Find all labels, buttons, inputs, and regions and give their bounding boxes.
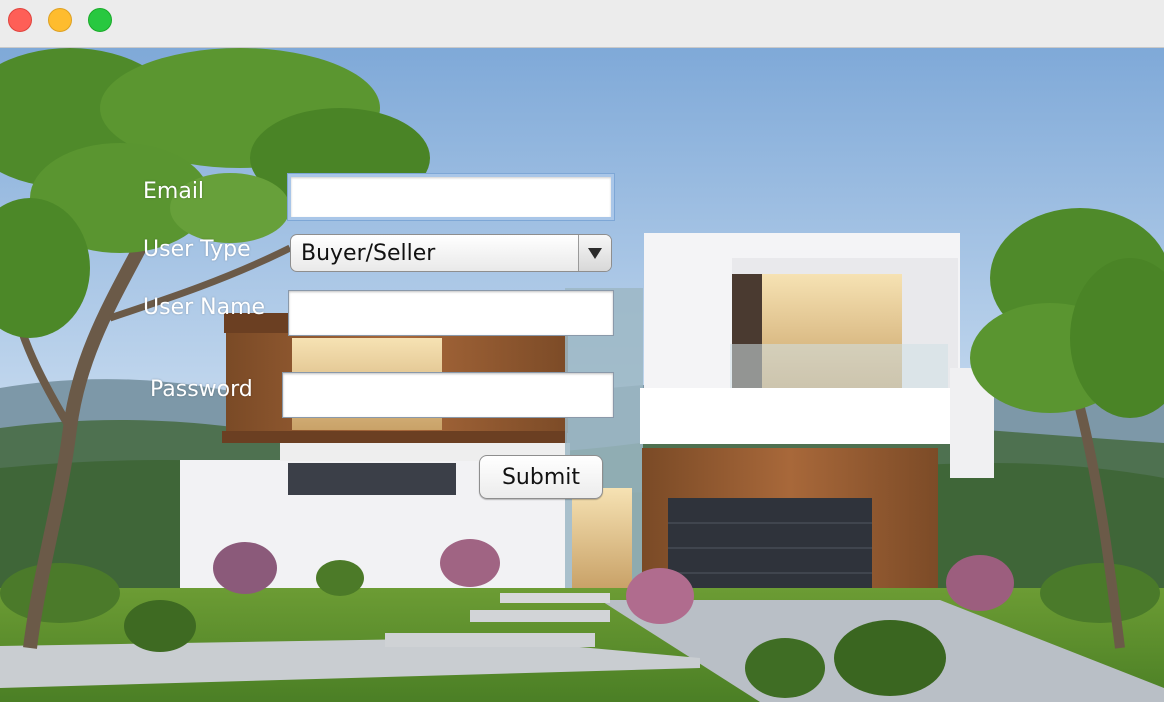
password-field[interactable] [282,372,614,418]
user-type-label: User Type [143,237,251,262]
email-label: Email [143,179,205,204]
maximize-window-button[interactable] [88,8,112,32]
user-type-selected-value: Buyer/Seller [301,241,436,266]
user-name-field[interactable] [288,290,614,336]
window-title-bar [0,0,1164,48]
email-field[interactable] [288,174,614,220]
user-type-dropdown[interactable]: Buyer/Seller [290,234,612,272]
user-name-label: User Name [143,295,266,320]
minimize-window-button[interactable] [48,8,72,32]
dropdown-arrow-button[interactable] [578,235,611,271]
submit-button[interactable]: Submit [479,455,603,499]
password-label: Password [150,377,253,402]
chevron-down-icon [588,248,602,259]
close-window-button[interactable] [8,8,32,32]
main-panel: Email User Type Buyer/Seller User Name P… [0,48,1164,702]
